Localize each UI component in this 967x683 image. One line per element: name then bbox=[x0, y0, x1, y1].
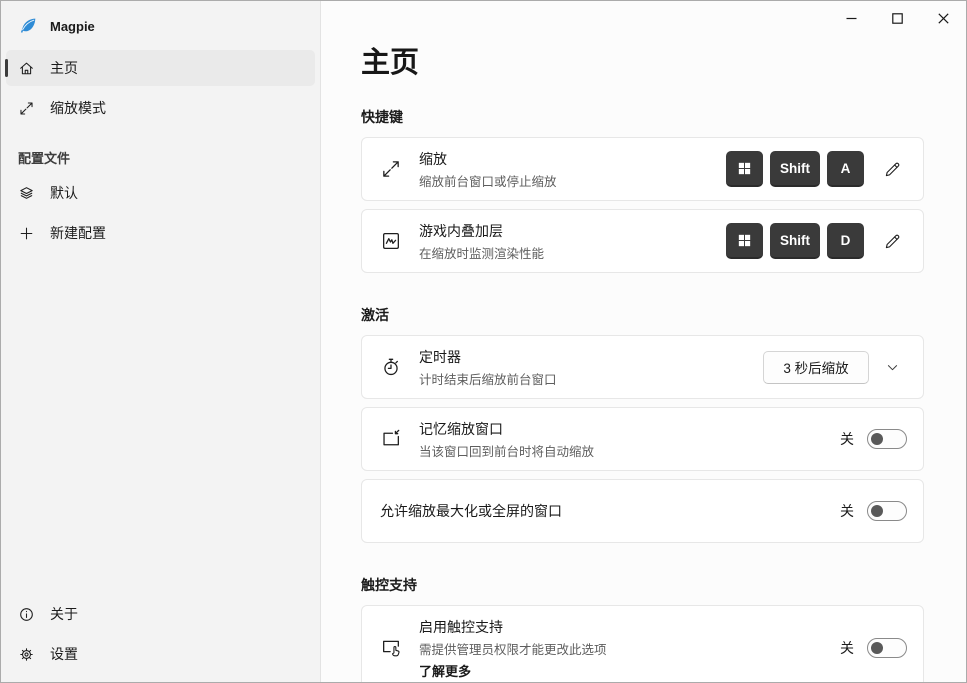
sidebar-item-label: 默认 bbox=[50, 185, 78, 201]
sidebar-item-label: 缩放模式 bbox=[50, 100, 106, 116]
setting-title: 记忆缩放窗口 bbox=[419, 420, 503, 437]
shortcut-card-overlay: 游戏内叠加层 在缩放时监测渲染性能 Shift D bbox=[361, 209, 924, 273]
home-icon bbox=[18, 60, 35, 77]
app-logo-row: Magpie bbox=[1, 1, 320, 48]
layers-icon bbox=[18, 185, 35, 202]
timer-icon bbox=[380, 356, 402, 378]
toggle-knob bbox=[871, 433, 883, 445]
allow-fullscreen-toggle[interactable] bbox=[867, 501, 907, 521]
timer-card: 定时器 计时结束后缩放前台窗口 3 秒后缩放 bbox=[361, 335, 924, 399]
gear-icon bbox=[18, 646, 35, 663]
sidebar-item-label: 主页 bbox=[50, 60, 78, 76]
main-panel: 主页 快捷键 缩放 缩放前台窗口或停止缩放 Shift A 游戏内叠加层 在缩放… bbox=[321, 1, 966, 682]
edit-shortcut-button[interactable] bbox=[877, 226, 907, 256]
letter-key: D bbox=[827, 223, 864, 259]
remember-window-toggle[interactable] bbox=[867, 429, 907, 449]
setting-subtitle: 需提供管理员权限才能更改此选项 bbox=[419, 642, 607, 657]
toggle-state-label: 关 bbox=[840, 640, 854, 656]
sidebar-item-default-profile[interactable]: 默认 bbox=[6, 175, 315, 211]
setting-title: 启用触控支持 bbox=[419, 618, 503, 635]
toggle-state-label: 关 bbox=[840, 503, 854, 519]
minimize-button[interactable] bbox=[828, 1, 874, 35]
toggle-knob bbox=[871, 642, 883, 654]
pencil-icon bbox=[885, 162, 899, 176]
sidebar-item-home[interactable]: 主页 bbox=[5, 50, 315, 86]
app-title: Magpie bbox=[50, 18, 95, 34]
win-key bbox=[726, 151, 763, 187]
info-icon bbox=[18, 606, 35, 623]
setting-title: 缩放 bbox=[419, 150, 447, 167]
page-content: 主页 快捷键 缩放 缩放前台窗口或停止缩放 Shift A 游戏内叠加层 在缩放… bbox=[321, 45, 966, 682]
pencil-icon bbox=[885, 234, 899, 248]
sidebar-item-scaling-modes[interactable]: 缩放模式 bbox=[6, 90, 315, 126]
setting-subtitle: 在缩放时监测渲染性能 bbox=[419, 246, 545, 261]
plus-icon bbox=[18, 225, 35, 242]
setting-subtitle: 缩放前台窗口或停止缩放 bbox=[419, 174, 557, 189]
touch-window-icon bbox=[380, 637, 402, 659]
toggle-state-label: 关 bbox=[840, 431, 854, 447]
sidebar-item-about[interactable]: 关于 bbox=[6, 596, 315, 632]
window-controls bbox=[828, 1, 966, 35]
toggle-knob bbox=[871, 505, 883, 517]
magpie-window: Magpie 主页 缩放模式 配置文件 默认 新建配置 关于 设置 主页 快捷键… bbox=[0, 0, 967, 683]
sidebar-item-new-profile[interactable]: 新建配置 bbox=[6, 215, 315, 251]
shortcut-card-scale: 缩放 缩放前台窗口或停止缩放 Shift A bbox=[361, 137, 924, 201]
remember-window-card: 记忆缩放窗口 当该窗口回到前台时将自动缩放 关 bbox=[361, 407, 924, 471]
setting-subtitle: 当该窗口回到前台时将自动缩放 bbox=[419, 444, 595, 459]
learn-more-link[interactable]: 了解更多 bbox=[419, 661, 607, 680]
touch-section-header: 触控支持 bbox=[361, 577, 417, 593]
setting-title: 允许缩放最大化或全屏的窗口 bbox=[380, 503, 562, 519]
resize-diagonal-icon bbox=[18, 100, 35, 117]
sidebar-item-settings[interactable]: 设置 bbox=[6, 636, 315, 672]
touch-support-card: 启用触控支持 需提供管理员权限才能更改此选项 了解更多 关 bbox=[361, 605, 924, 682]
timer-delay-dropdown[interactable]: 3 秒后缩放 bbox=[763, 350, 869, 384]
edit-shortcut-button[interactable] bbox=[877, 154, 907, 184]
page-title: 主页 bbox=[361, 47, 420, 79]
resize-diagonal-icon bbox=[380, 158, 402, 180]
maximize-icon bbox=[891, 12, 903, 24]
win-key bbox=[726, 223, 763, 259]
expander-button[interactable] bbox=[877, 352, 907, 382]
shift-key: Shift bbox=[770, 223, 820, 259]
setting-title: 定时器 bbox=[419, 348, 461, 365]
performance-overlay-icon bbox=[380, 230, 402, 252]
setting-title: 游戏内叠加层 bbox=[419, 222, 503, 239]
close-icon bbox=[937, 12, 949, 24]
windows-logo-icon bbox=[738, 162, 751, 174]
magpie-feather-icon bbox=[18, 16, 38, 36]
sidebar: Magpie 主页 缩放模式 配置文件 默认 新建配置 关于 设置 bbox=[1, 1, 321, 682]
setting-subtitle: 计时结束后缩放前台窗口 bbox=[419, 372, 557, 387]
chevron-down-icon bbox=[887, 364, 897, 370]
close-button[interactable] bbox=[920, 1, 966, 35]
profiles-section-header: 配置文件 bbox=[18, 151, 71, 166]
activation-section-header: 激活 bbox=[361, 307, 389, 323]
sidebar-item-label: 关于 bbox=[50, 606, 78, 622]
sidebar-item-label: 设置 bbox=[50, 646, 78, 662]
letter-key: A bbox=[827, 151, 864, 187]
shift-key: Shift bbox=[770, 151, 820, 187]
minimize-icon bbox=[846, 17, 856, 19]
windows-logo-icon bbox=[738, 234, 751, 246]
window-cursor-icon bbox=[380, 428, 402, 450]
allow-fullscreen-card: 允许缩放最大化或全屏的窗口 关 bbox=[361, 479, 924, 543]
touch-support-toggle[interactable] bbox=[867, 638, 907, 658]
shortcuts-section-header: 快捷键 bbox=[361, 109, 403, 125]
maximize-button[interactable] bbox=[874, 1, 920, 35]
sidebar-item-label: 新建配置 bbox=[50, 225, 106, 241]
